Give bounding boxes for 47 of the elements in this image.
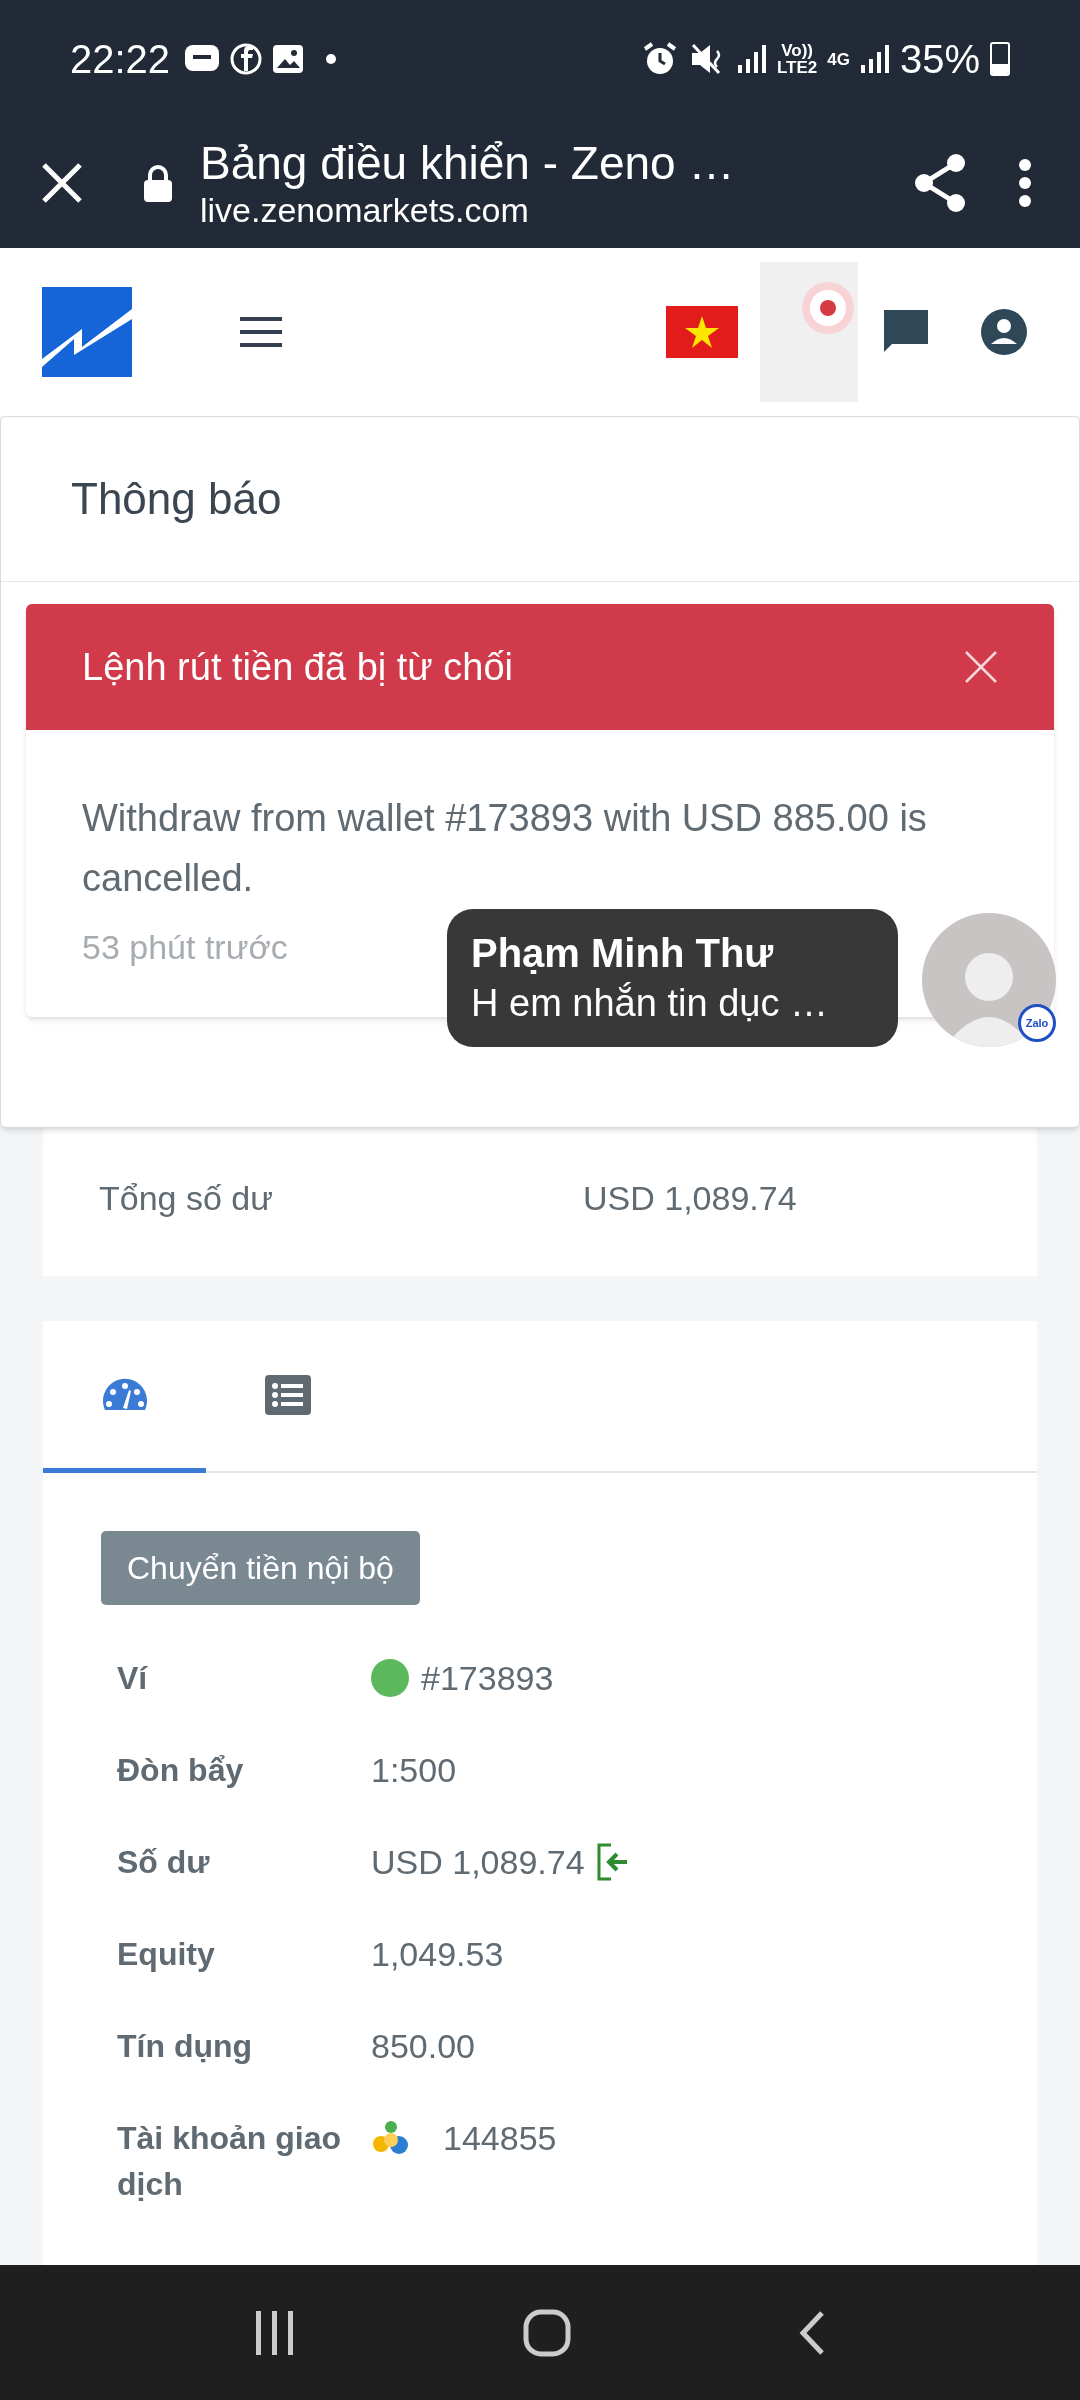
battery-icon <box>990 42 1010 76</box>
field-label: Equity <box>117 1935 216 1974</box>
signal-icon <box>736 43 767 75</box>
logo-icon[interactable] <box>42 287 132 377</box>
deposit-icon[interactable] <box>596 1843 629 1881</box>
alert-title: Lệnh rút tiền đã bị từ chối <box>82 644 514 690</box>
alert-message: Withdraw from wallet #173893 with USD 885.00 is cancelled. <box>82 796 928 901</box>
field-value: 850.00 <box>371 2026 475 2067</box>
clock: 22:22 <box>70 36 171 83</box>
field-value: #173893 <box>421 1658 554 1699</box>
field-label: Số dư <box>117 1843 211 1882</box>
home-icon[interactable] <box>523 2308 571 2357</box>
field-label: Ví <box>117 1659 149 1698</box>
summary-value: USD 1,089.74 <box>583 1178 797 1219</box>
back-icon[interactable] <box>798 2309 827 2356</box>
gallery-icon <box>272 44 305 74</box>
field-label: Đòn bẩy <box>117 1751 245 1790</box>
transfer-button[interactable]: Chuyển tiền nội bộ <box>101 1531 420 1605</box>
field-value: 144855 <box>443 2118 557 2159</box>
flag-icon[interactable] <box>666 306 738 358</box>
alert-time: 53 phút trước <box>82 927 288 968</box>
list-icon <box>264 1374 311 1415</box>
lock-icon <box>142 163 174 203</box>
panel-title: Thông báo <box>71 473 282 525</box>
chat-preview: H em nhắn tin dục … <box>471 981 829 1026</box>
signal-icon <box>859 43 890 75</box>
account-icon[interactable] <box>980 308 1028 356</box>
field-value: 1:500 <box>371 1750 457 1791</box>
menu-icon[interactable] <box>240 317 282 347</box>
field-value: 1,049.53 <box>371 1934 504 1975</box>
more-options-icon[interactable] <box>1018 158 1032 208</box>
network-label: 4G <box>827 50 850 68</box>
field-label: Tín dụng <box>117 2027 254 2066</box>
field-label: Tài khoản giao dịch <box>117 2119 343 2204</box>
sender-name: Phạm Minh Thư <box>471 930 775 977</box>
url-text[interactable]: live.zenomarkets.com <box>200 190 735 230</box>
close-icon[interactable] <box>40 161 84 205</box>
share-icon[interactable] <box>912 153 968 213</box>
chat-bubble[interactable]: Phạm Minh Thư H em nhắn tin dục … <box>447 909 898 1047</box>
recent-apps-icon[interactable] <box>253 2310 296 2355</box>
battery-percent: 35% <box>899 36 980 83</box>
social-app-icon <box>230 43 263 75</box>
network-label: Vo)) LTE2 <box>776 42 818 76</box>
field-value: USD 1,089.74 <box>371 1842 585 1883</box>
page-title: Bảng điều khiển - Zeno … <box>200 136 735 190</box>
summary-label: Tổng số dư <box>99 1178 274 1219</box>
notification-dot-icon <box>324 52 339 66</box>
